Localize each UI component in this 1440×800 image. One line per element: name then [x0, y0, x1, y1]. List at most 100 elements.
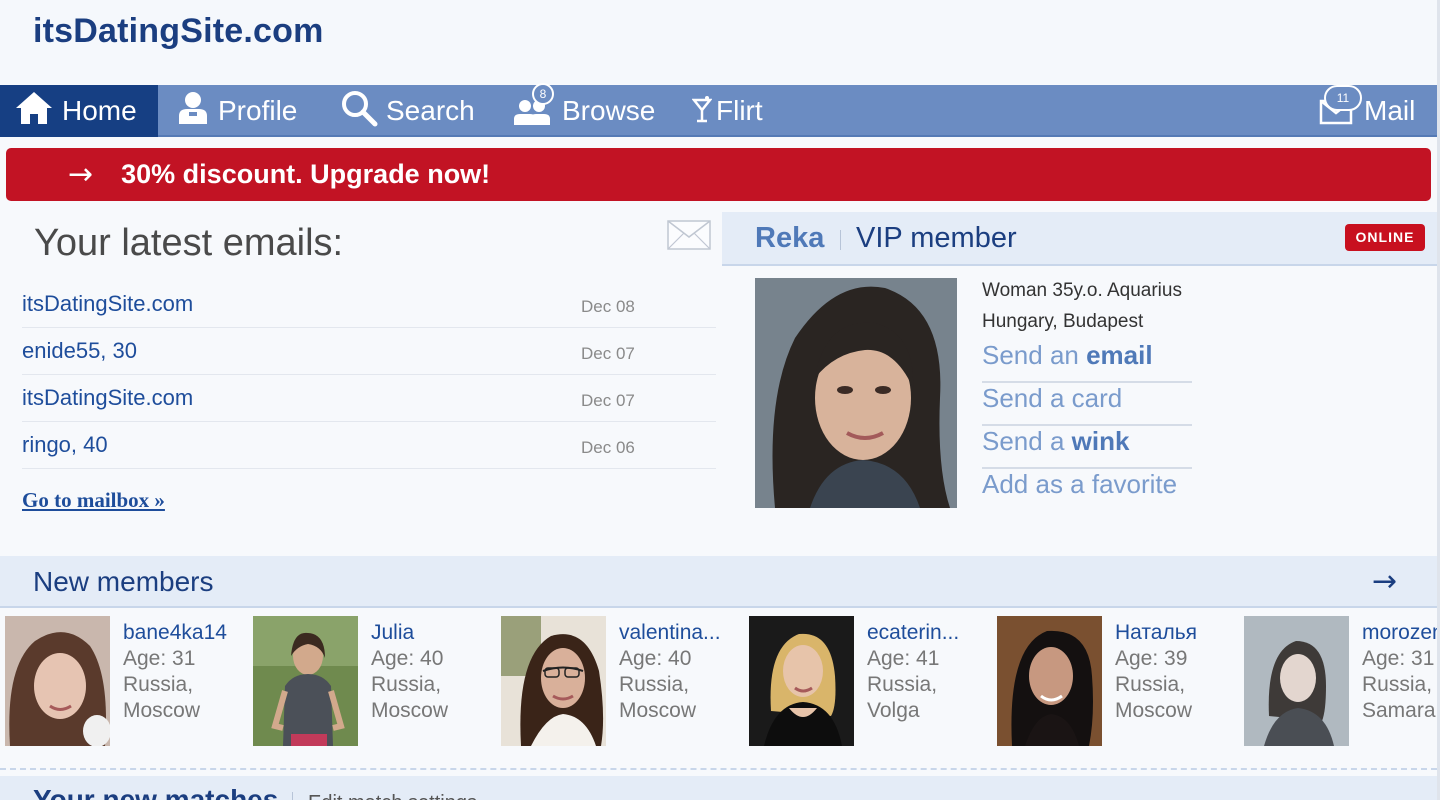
header-divider — [840, 230, 841, 250]
nav-search[interactable]: Search — [340, 85, 475, 137]
member-card[interactable]: ecaterin... Age: 41 Russia, Volga — [749, 616, 989, 746]
send-email-bold: email — [1086, 340, 1153, 370]
member-name[interactable]: ecaterin... — [867, 620, 959, 646]
next-arrow-icon[interactable]: → — [1372, 564, 1397, 599]
email-row[interactable]: ringo, 40 Dec 06 — [22, 422, 716, 469]
member-age: Age: 31 — [123, 647, 196, 670]
member-city: Moscow — [123, 699, 201, 722]
nav-mail-label: Mail — [1364, 95, 1416, 126]
edit-match-settings-link[interactable]: Edit match settings — [308, 792, 477, 800]
email-sender[interactable]: itsDatingSite.com — [22, 291, 193, 317]
home-icon — [14, 90, 54, 133]
member-name[interactable]: Наталья — [1115, 620, 1197, 646]
member-country: Russia, — [867, 673, 938, 696]
featured-member-photo[interactable] — [755, 278, 957, 508]
send-email-prefix: Send an — [982, 340, 1087, 370]
member-card[interactable]: Наталья Age: 39 Russia, Moscow — [997, 616, 1237, 746]
browse-badge: 8 — [532, 82, 554, 105]
email-sender[interactable]: itsDatingSite.com — [22, 385, 193, 411]
member-country: Russia, — [371, 673, 442, 696]
member-card[interactable]: valentina... Age: 40 Russia, Moscow — [501, 616, 741, 746]
member-card[interactable]: morozen Age: 31 Russia, Samara — [1244, 616, 1437, 746]
new-members-title: New members — [33, 566, 214, 597]
nav-browse-label: Browse — [562, 95, 656, 126]
member-name[interactable]: Julia — [371, 620, 448, 646]
featured-member-header: Reka VIP member ONLINE — [722, 212, 1437, 266]
email-row[interactable]: itsDatingSite.com Dec 07 — [22, 375, 716, 422]
section-divider — [0, 768, 1437, 770]
upgrade-banner[interactable]: → 30% discount. Upgrade now! — [6, 148, 1431, 201]
site-header: itsDatingSite.com — [0, 0, 1440, 84]
header-divider — [292, 792, 293, 800]
site-logo[interactable]: itsDatingSite.com — [33, 12, 324, 51]
email-date: Dec 07 — [581, 391, 635, 410]
member-name[interactable]: morozen — [1362, 620, 1437, 646]
member-age: Age: 41 — [867, 647, 940, 670]
email-date: Dec 08 — [581, 297, 635, 316]
new-members-header: New members → — [0, 556, 1437, 608]
email-sender[interactable]: enide55, 30 — [22, 338, 137, 364]
go-to-mailbox-link[interactable]: Go to mailbox » — [22, 488, 165, 513]
nav-profile[interactable]: Profile — [176, 85, 297, 137]
member-photo[interactable] — [5, 616, 110, 746]
people-icon: 8 — [512, 82, 556, 134]
member-info: valentina... Age: 40 Russia, Moscow — [619, 620, 721, 724]
member-age: Age: 40 — [371, 647, 444, 670]
send-wink-prefix: Send a — [982, 426, 1072, 456]
member-name[interactable]: bane4ka14 — [123, 620, 227, 646]
featured-member-status: VIP member — [856, 222, 1017, 254]
member-info: morozen Age: 31 Russia, Samara — [1362, 620, 1437, 724]
member-photo[interactable] — [501, 616, 606, 746]
nav-mail[interactable]: 11 Mail — [1318, 84, 1416, 137]
nav-home[interactable]: Home — [0, 85, 158, 137]
profile-icon — [176, 90, 210, 133]
member-photo[interactable] — [749, 616, 854, 746]
add-favorite-action[interactable]: Add as a favorite — [982, 469, 1192, 512]
nav-home-label: Home — [62, 95, 137, 126]
member-age: Age: 40 — [619, 647, 692, 670]
member-city: Moscow — [371, 699, 449, 722]
member-info: Julia Age: 40 Russia, Moscow — [371, 620, 448, 724]
member-name[interactable]: valentina... — [619, 620, 721, 646]
member-country: Russia, — [619, 673, 690, 696]
member-photo[interactable] — [253, 616, 358, 746]
right-arrow-icon: → — [68, 157, 94, 192]
member-age: Age: 39 — [1115, 647, 1188, 670]
member-card[interactable]: bane4ka14 Age: 31 Russia, Moscow — [5, 616, 245, 746]
member-info: Наталья Age: 39 Russia, Moscow — [1115, 620, 1197, 724]
featured-member-location: Hungary, Budapest — [982, 311, 1144, 332]
new-matches-title: Your new matches — [33, 784, 279, 800]
member-city: Moscow — [1115, 699, 1193, 722]
send-email-action[interactable]: Send an email — [982, 340, 1192, 383]
member-country: Russia, — [123, 673, 194, 696]
email-row[interactable]: enide55, 30 Dec 07 — [22, 328, 716, 375]
member-info: bane4ka14 Age: 31 Russia, Moscow — [123, 620, 227, 724]
member-card[interactable]: Julia Age: 40 Russia, Moscow — [253, 616, 493, 746]
featured-member-name[interactable]: Reka — [755, 222, 824, 255]
nav-profile-label: Profile — [218, 95, 298, 126]
send-wink-action[interactable]: Send a wink — [982, 426, 1192, 469]
nav-flirt[interactable]: Flirt — [691, 85, 763, 137]
member-age: Age: 31 — [1362, 647, 1435, 670]
envelope-icon[interactable] — [667, 220, 711, 255]
magnifier-icon — [340, 89, 378, 134]
email-sender[interactable]: ringo, 40 — [22, 432, 108, 458]
emails-title: Your latest emails: — [34, 222, 344, 264]
send-card-action[interactable]: Send a card — [982, 383, 1192, 426]
email-row[interactable]: itsDatingSite.com Dec 08 — [22, 281, 716, 328]
member-country: Russia, — [1362, 673, 1433, 696]
email-date: Dec 07 — [581, 344, 635, 363]
cocktail-icon — [691, 92, 713, 131]
main-nav: Home Profile Search 8 Browse Flirt 11 Ma… — [0, 82, 1437, 137]
member-photo[interactable] — [1244, 616, 1349, 746]
member-photo[interactable] — [997, 616, 1102, 746]
online-badge: ONLINE — [1345, 224, 1425, 251]
email-date: Dec 06 — [581, 438, 635, 457]
nav-browse[interactable]: 8 Browse — [512, 82, 656, 137]
nav-search-label: Search — [386, 95, 475, 126]
mail-bubble-icon: 11 — [1318, 84, 1362, 134]
mail-badge: 11 — [1324, 84, 1362, 111]
member-city: Volga — [867, 699, 920, 722]
upgrade-text: 30% discount. Upgrade now! — [121, 159, 491, 189]
featured-member-details: Woman 35y.o. Aquarius — [982, 280, 1182, 301]
